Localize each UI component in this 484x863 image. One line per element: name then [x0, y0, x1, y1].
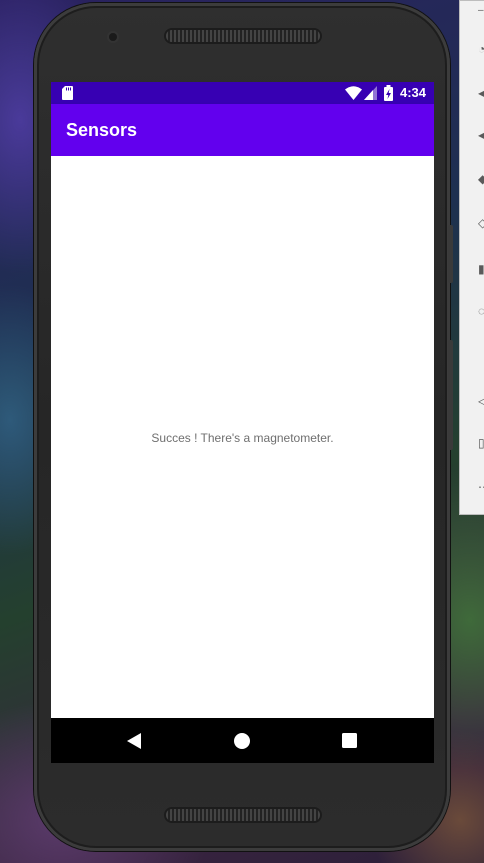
status-bar: 4:34: [51, 82, 434, 104]
battery-charging-icon: [384, 85, 393, 101]
app-bar: Sensors: [51, 104, 434, 156]
app-title: Sensors: [66, 120, 138, 140]
rotate-left-icon[interactable]: ◆: [478, 173, 484, 185]
front-camera: [109, 33, 117, 41]
navigation-bar: [51, 718, 434, 763]
zoom-icon[interactable]: ◌: [478, 305, 484, 317]
power-button[interactable]: [448, 225, 453, 283]
sensor-status-message: Succes ! There's a magnetometer.: [151, 431, 334, 445]
more-icon[interactable]: ⋯: [478, 481, 484, 493]
screenshot-icon[interactable]: ▮: [478, 263, 484, 275]
device-screen: 4:34 Sensors Succes ! There's a magnetom…: [51, 82, 434, 763]
bottom-speaker: [166, 809, 320, 821]
recents-icon[interactable]: [342, 733, 357, 748]
overview-icon[interactable]: ▯: [478, 437, 484, 449]
minimize-icon[interactable]: –: [478, 5, 484, 17]
earpiece-speaker: [166, 30, 320, 42]
status-time: 4:34: [400, 85, 427, 100]
power-icon[interactable]: ◔: [478, 43, 484, 55]
back-icon[interactable]: [127, 733, 141, 749]
volume-up-icon[interactable]: ◀: [478, 87, 484, 99]
home-icon[interactable]: [234, 733, 250, 749]
main-content: Succes ! There's a magnetometer.: [51, 156, 434, 718]
cell-signal-icon: [364, 86, 377, 100]
emulator-toolbar: – ◔ ◀ ◀ ◆ ◇ ▮ ◌ ◁ ▯ ⋯: [459, 0, 484, 515]
back-icon[interactable]: ◁: [478, 395, 484, 407]
rotate-right-icon[interactable]: ◇: [478, 217, 484, 229]
wifi-icon: [345, 86, 362, 100]
volume-rocker[interactable]: [448, 340, 453, 450]
sd-card-icon: [62, 86, 73, 100]
volume-down-icon[interactable]: ◀: [478, 129, 484, 141]
